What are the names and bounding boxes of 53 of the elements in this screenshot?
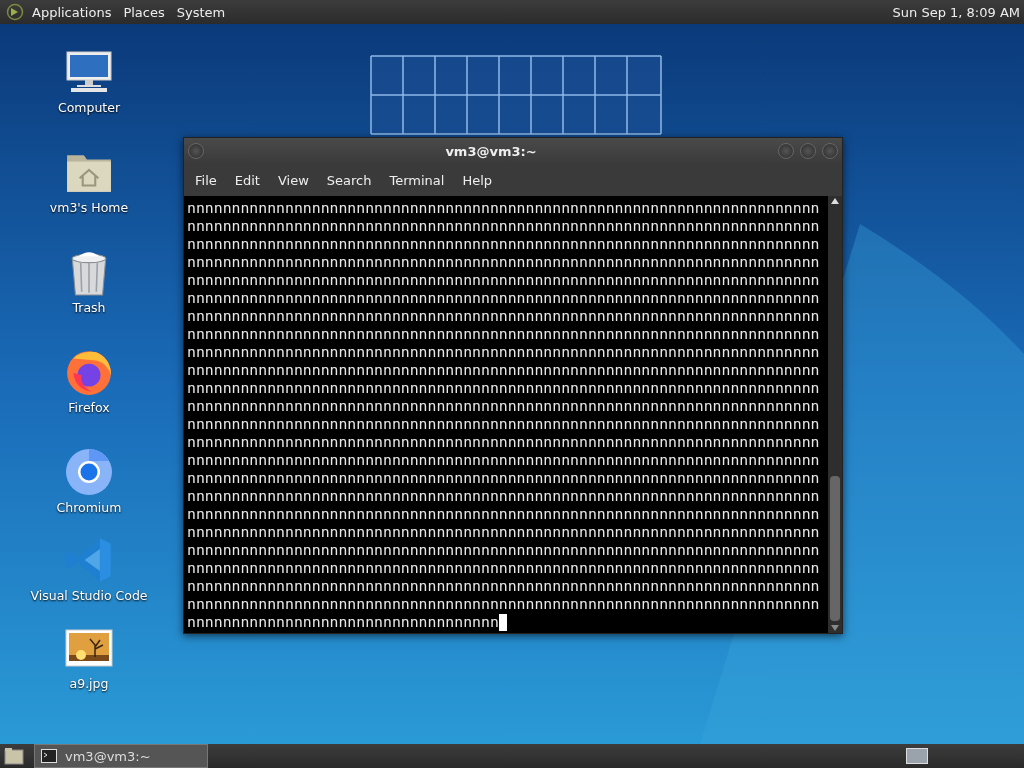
menu-item[interactable]: File bbox=[186, 168, 226, 192]
taskbar-button[interactable]: vm3@vm3:~ bbox=[34, 744, 208, 768]
logo-icon[interactable] bbox=[6, 3, 24, 21]
terminal-line: nnnnnnnnnnnnnnnnnnnnnnnnnnnnnnnnnnnnnnnnnnnnnnnnnnnnnnnnnnnnnnnnnnnnnnn bbox=[187, 559, 820, 577]
terminal-line: nnnnnnnnnnnnnnnnnnnnnnnnnnnnnnnnnnnnnnnnnnnnnnnnnnnnnnnnnnnnnnnnnnnnnnn bbox=[187, 199, 820, 217]
workspace-switcher-icon[interactable] bbox=[906, 748, 928, 764]
terminal-line: nnnnnnnnnnnnnnnnnnnnnnnnnnnnnnnnnnnnnnnnnnnnnnnnnnnnnnnnnnnnnnnnnnnnnnn bbox=[187, 379, 820, 397]
terminal-line: nnnnnnnnnnnnnnnnnnnnnnnnnnnnnnnnnnnnnnnnnnnnnnnnnnnnnnnnnnnnnnnnnnnnnnn bbox=[187, 271, 820, 289]
terminal-line: nnnnnnnnnnnnnnnnnnnnnnnnnnnnnnnnnnnnnnnnnnnnnnnnnnnnnnnnnnnnnnnnnnnnnnn bbox=[187, 433, 820, 451]
terminal-line: nnnnnnnnnnnnnnnnnnnnnnnnnnnnnnnnnnnnnnnnnnnnnnnnnnnnnnnnnnnnnnnnnnnnnnn bbox=[187, 253, 820, 271]
icon-label[interactable]: Chromium bbox=[56, 500, 122, 515]
icon-label[interactable]: vm3's Home bbox=[49, 200, 129, 215]
panel-menu[interactable]: Places bbox=[123, 4, 165, 20]
terminal-line: nnnnnnnnnnnnnnnnnnnnnnnnnnnnnnnnnnnnnnnnnnnnnnnnnnnnnnnnnnnnnnnnnnnnnnn bbox=[187, 361, 820, 379]
terminal-line: nnnnnnnnnnnnnnnnnnnnnnnnnnnnnnnnnnnnnnnnnnnnnnnnnnnnnnnnnnnnnnnnnnnnnnn bbox=[187, 325, 820, 343]
chromium-icon[interactable] bbox=[65, 448, 113, 496]
text-cursor bbox=[498, 613, 507, 631]
menu-item[interactable]: Edit bbox=[225, 168, 269, 192]
show-desktop-icon[interactable] bbox=[4, 747, 24, 765]
terminal-line: nnnnnnnnnnnnnnnnnnnnnnnnnnnnnnnnnnnnnnnnnnnnnnnnnnnnnnnnnnnnnnnnnnnnnnn bbox=[187, 505, 820, 523]
icon-label[interactable]: Trash bbox=[72, 300, 106, 315]
terminal-line: nnnnnnnnnnnnnnnnnnnnnnnnnnnnnnnnnnnnnnnnnnnnnnnnnnnnnnnnnnnnnnnnnnnnnnn bbox=[187, 523, 820, 541]
icon-label[interactable]: Visual Studio Code bbox=[30, 588, 148, 603]
terminal-line: nnnnnnnnnnnnnnnnnnnnnnnnnnnnnnnnnnnnnnnnnnnnnnnnnnnnnnnnnnnnnnnnnnnnnnn bbox=[187, 451, 820, 469]
terminal-line: nnnnnnnnnnnnnnnnnnnnnnnnnnnnnnnnnnn bbox=[187, 613, 499, 631]
fox-globe-icon[interactable] bbox=[65, 348, 113, 396]
terminal-line: nnnnnnnnnnnnnnnnnnnnnnnnnnnnnnnnnnnnnnnnnnnnnnnnnnnnnnnnnnnnnnnnnnnnnnn bbox=[187, 595, 820, 613]
terminal-line: nnnnnnnnnnnnnnnnnnnnnnnnnnnnnnnnnnnnnnnnnnnnnnnnnnnnnnnnnnnnnnnnnnnnnnn bbox=[187, 235, 820, 253]
scroll-down-icon[interactable] bbox=[831, 625, 839, 631]
menu-item[interactable]: Terminal bbox=[380, 168, 454, 192]
terminal-line: nnnnnnnnnnnnnnnnnnnnnnnnnnnnnnnnnnnnnnnnnnnnnnnnnnnnnnnnnnnnnnnnnnnnnnn bbox=[187, 577, 820, 595]
scrollbar[interactable] bbox=[828, 196, 842, 633]
terminal-line: nnnnnnnnnnnnnnnnnnnnnnnnnnnnnnnnnnnnnnnnnnnnnnnnnnnnnnnnnnnnnnnnnnnnnnn bbox=[187, 541, 820, 559]
terminal-line: nnnnnnnnnnnnnnnnnnnnnnnnnnnnnnnnnnnnnnnnnnnnnnnnnnnnnnnnnnnnnnnnnnnnnnn bbox=[187, 397, 820, 415]
menu-item[interactable]: View bbox=[268, 168, 318, 192]
icon-label[interactable]: Computer bbox=[57, 100, 121, 115]
scroll-up-icon[interactable] bbox=[831, 198, 839, 204]
panel-menu[interactable]: Applications bbox=[32, 4, 112, 20]
terminal-line: nnnnnnnnnnnnnnnnnnnnnnnnnnnnnnnnnnnnnnnnnnnnnnnnnnnnnnnnnnnnnnnnnnnnnnn bbox=[187, 217, 820, 235]
terminal-line: nnnnnnnnnnnnnnnnnnnnnnnnnnnnnnnnnnnnnnnnnnnnnnnnnnnnnnnnnnnnnnnnnnnnnnn bbox=[187, 469, 820, 487]
scroll-thumb[interactable] bbox=[830, 476, 840, 621]
terminal-line: nnnnnnnnnnnnnnnnnnnnnnnnnnnnnnnnnnnnnnnnnnnnnnnnnnnnnnnnnnnnnnnnnnnnnnn bbox=[187, 487, 820, 505]
terminal-line: nnnnnnnnnnnnnnnnnnnnnnnnnnnnnnnnnnnnnnnnnnnnnnnnnnnnnnnnnnnnnnnnnnnnnnn bbox=[187, 307, 820, 325]
menu-item[interactable]: Help bbox=[453, 168, 502, 192]
menu-item[interactable]: Search bbox=[317, 168, 381, 192]
panel-menu[interactable]: System bbox=[176, 4, 226, 20]
terminal-line: nnnnnnnnnnnnnnnnnnnnnnnnnnnnnnnnnnnnnnnnnnnnnnnnnnnnnnnnnnnnnnnnnnnnnnn bbox=[187, 343, 820, 361]
terminal-line: nnnnnnnnnnnnnnnnnnnnnnnnnnnnnnnnnnnnnnnnnnnnnnnnnnnnnnnnnnnnnnnnnnnnnnn bbox=[187, 289, 820, 307]
clock[interactable]: Sun Sep 1, 8:09 AM bbox=[892, 4, 1020, 20]
icon-label[interactable]: Firefox bbox=[68, 400, 110, 415]
window-title: vm3@vm3:~ bbox=[444, 143, 538, 159]
terminal-icon bbox=[41, 749, 57, 763]
terminal-line: nnnnnnnnnnnnnnnnnnnnnnnnnnnnnnnnnnnnnnnnnnnnnnnnnnnnnnnnnnnnnnnnnnnnnnn bbox=[187, 415, 820, 433]
